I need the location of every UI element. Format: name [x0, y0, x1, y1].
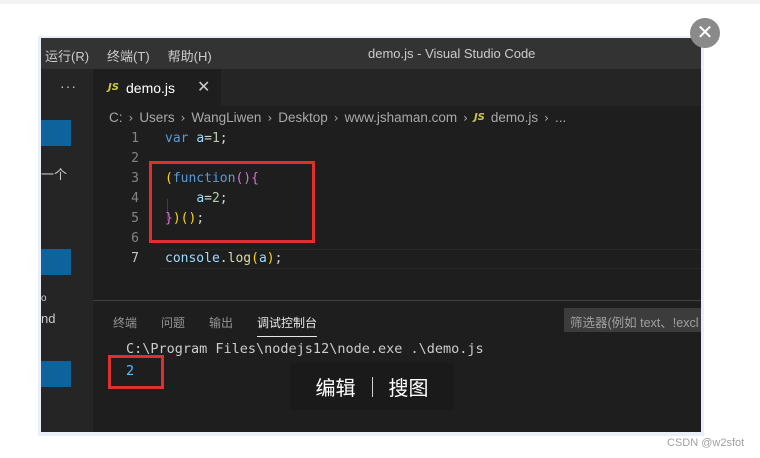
breadcrumb-desktop[interactable]: Desktop [278, 110, 328, 125]
menu-run[interactable]: 运行(R) [45, 46, 89, 65]
menu-help[interactable]: 帮助(H) [168, 46, 212, 65]
tab-label: demo.js [126, 80, 176, 96]
breadcrumb-drive[interactable]: C: [109, 110, 123, 125]
divider [371, 376, 373, 397]
chevron-right-icon: › [333, 110, 339, 125]
line-number: 3 [131, 171, 139, 186]
console-command: C:\Program Files\nodejs12\node.exe .\dem… [126, 341, 484, 357]
breadcrumb-users[interactable]: Users [139, 110, 174, 125]
sidebar-text-2: o [41, 293, 47, 304]
image-search-button[interactable]: 搜图 [389, 372, 429, 401]
sidebar-text-1: 一个 [41, 167, 68, 182]
chevron-right-icon: › [128, 110, 134, 125]
breadcrumb-file[interactable]: demo.js [491, 110, 538, 125]
js-file-icon: JS [108, 82, 119, 93]
tab-terminal[interactable]: 终端 [113, 314, 137, 337]
code-line-7: console.log(a); [165, 251, 283, 266]
close-icon[interactable]: ✕ [690, 18, 720, 48]
edit-button[interactable]: 编辑 [316, 372, 356, 401]
line-number: 4 [131, 191, 139, 206]
breadcrumb: C: › Users › WangLiwen › Desktop › www.j… [109, 110, 566, 125]
menu-terminal[interactable]: 终端(T) [107, 46, 150, 65]
breadcrumb-folder[interactable]: www.jshaman.com [345, 110, 458, 125]
line-number: 1 [131, 131, 139, 146]
sidebar-button-2[interactable] [41, 249, 71, 275]
sidebar-button-1[interactable] [41, 120, 71, 146]
tab-output[interactable]: 输出 [209, 314, 233, 337]
close-tab-icon[interactable]: ✕ [197, 77, 210, 96]
sidebar-text-3: nd [41, 311, 56, 326]
menu-bar: 运行(R) 终端(T) 帮助(H) [45, 46, 212, 65]
js-file-icon: JS [473, 112, 485, 123]
tab-debug-console[interactable]: 调试控制台 [257, 314, 318, 337]
chevron-right-icon: › [180, 110, 186, 125]
chevron-right-icon: › [267, 110, 273, 125]
tab-problems[interactable]: 问题 [161, 314, 185, 337]
page-top-border [0, 0, 760, 4]
watermark: CSDN @w2sfot [667, 437, 745, 449]
line-number: 2 [131, 151, 139, 166]
tab-demo-js[interactable]: JS demo.js ✕ [93, 69, 221, 106]
title-bar: 运行(R) 终端(T) 帮助(H) demo.js - Visual Studi… [41, 38, 701, 69]
line-number-current: 7 [131, 251, 139, 266]
annotation-box-output [108, 355, 164, 389]
explorer-sidebar: ··· 一个 o nd [41, 69, 93, 432]
chevron-right-icon: › [463, 110, 468, 125]
image-action-bar: 编辑 搜图 [290, 363, 454, 410]
window-title: demo.js - Visual Studio Code [368, 46, 536, 61]
code-line-1: var a=1; [165, 131, 228, 146]
annotation-box-function [149, 161, 315, 243]
breadcrumb-user[interactable]: WangLiwen [191, 110, 261, 125]
editor-tab-bar: JS demo.js ✕ [93, 69, 701, 106]
breadcrumb-symbol[interactable]: ... [555, 110, 566, 125]
filter-input[interactable]: 筛选器(例如 text、!excl [564, 308, 701, 332]
chevron-right-icon: › [544, 110, 549, 125]
line-number: 6 [131, 231, 139, 246]
sidebar-button-3[interactable] [41, 361, 71, 387]
line-number: 5 [131, 211, 139, 226]
panel-tabs: 终端 问题 输出 调试控制台 [113, 314, 318, 337]
more-actions-icon[interactable]: ··· [60, 78, 77, 94]
